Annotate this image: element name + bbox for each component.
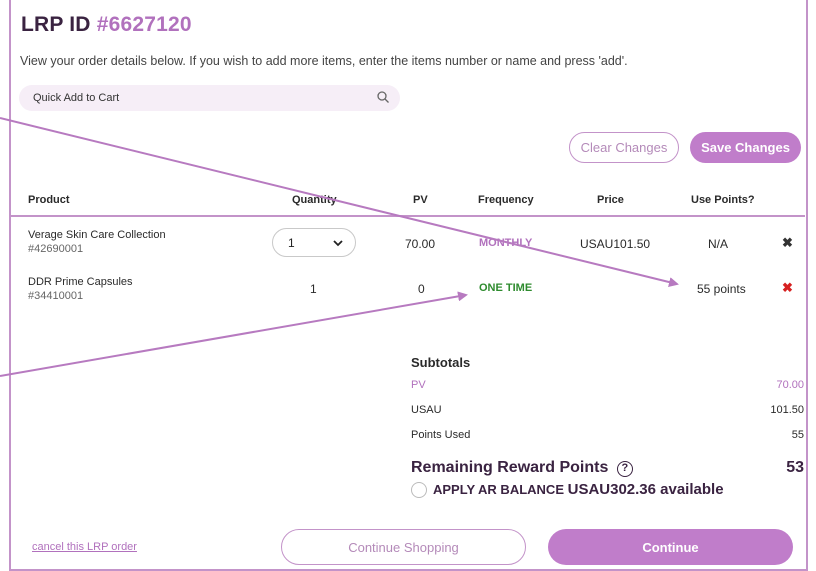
remaining-label: Remaining Reward Points — [411, 459, 609, 476]
row-frequency: MONTHLY — [479, 237, 533, 249]
product-name: DDR Prime Capsules — [28, 276, 133, 288]
subtotal-usau-value: 101.50 — [770, 404, 804, 416]
header-divider — [10, 215, 805, 217]
title-prefix: LRP ID — [21, 13, 91, 36]
search-icon[interactable] — [376, 90, 390, 104]
close-icon[interactable]: ✖ — [782, 235, 793, 251]
table-row-product: Verage Skin Care Collection #42690001 — [28, 229, 166, 255]
product-sku: #34410001 — [28, 290, 84, 302]
save-changes-button[interactable]: Save Changes — [690, 132, 801, 163]
header-quantity: Quantity — [292, 194, 337, 206]
header-price: Price — [597, 194, 624, 206]
apply-ar-balance-radio[interactable] — [411, 482, 427, 498]
subtotals-heading: Subtotals — [411, 355, 471, 370]
remaining-value: 53 — [786, 459, 804, 476]
product-name: Verage Skin Care Collection — [28, 229, 166, 241]
row-pv: 0 — [418, 282, 425, 296]
intro-text: View your order details below. If you wi… — [20, 54, 628, 68]
continue-button[interactable]: Continue — [548, 529, 793, 565]
quantity-select[interactable]: 1 — [272, 228, 356, 257]
quick-add-search[interactable]: Quick Add to Cart — [19, 85, 400, 111]
header-frequency: Frequency — [478, 194, 534, 206]
header-use-points: Use Points? — [691, 194, 755, 206]
remaining-reward-points: Remaining Reward Points ? — [411, 459, 633, 477]
page-title: LRP ID #6627120 — [21, 13, 192, 37]
subtotal-pv-label: PV — [411, 379, 426, 391]
quantity-value[interactable]: 1 — [288, 236, 295, 250]
header-pv: PV — [413, 194, 428, 206]
subtotal-points-value: 55 — [791, 429, 804, 441]
chevron-down-icon[interactable] — [333, 238, 343, 248]
help-icon[interactable]: ? — [616, 461, 633, 477]
continue-shopping-button[interactable]: Continue Shopping — [281, 529, 526, 565]
lrp-id: #6627120 — [96, 13, 192, 36]
apply-ar-balance[interactable]: APPLY AR BALANCE USAU302.36 available — [433, 481, 724, 498]
subtotal-pv-value: 70.00 — [776, 379, 804, 391]
subtotal-points-label: Points Used — [411, 429, 471, 441]
header-product: Product — [28, 194, 70, 206]
row-price: USAU101.50 — [580, 237, 651, 251]
subtotal-usau-label: USAU — [411, 404, 442, 416]
cancel-order-link[interactable]: cancel this LRP order — [32, 541, 137, 553]
table-row-product: DDR Prime Capsules #34410001 — [28, 276, 133, 302]
row-quantity: 1 — [310, 282, 317, 296]
row-pv: 70.00 — [405, 237, 436, 251]
row-use-points: 55 points — [697, 282, 746, 296]
product-sku: #42690001 — [28, 243, 84, 255]
search-placeholder[interactable]: Quick Add to Cart — [33, 92, 119, 104]
row-frequency: ONE TIME — [479, 282, 533, 294]
apply-label[interactable]: APPLY AR BALANCE — [433, 482, 564, 497]
row-use-points: N/A — [708, 237, 729, 251]
available-balance: USAU302.36 available — [567, 481, 724, 498]
clear-changes-button[interactable]: Clear Changes — [569, 132, 679, 163]
close-icon[interactable]: ✖ — [782, 280, 793, 296]
